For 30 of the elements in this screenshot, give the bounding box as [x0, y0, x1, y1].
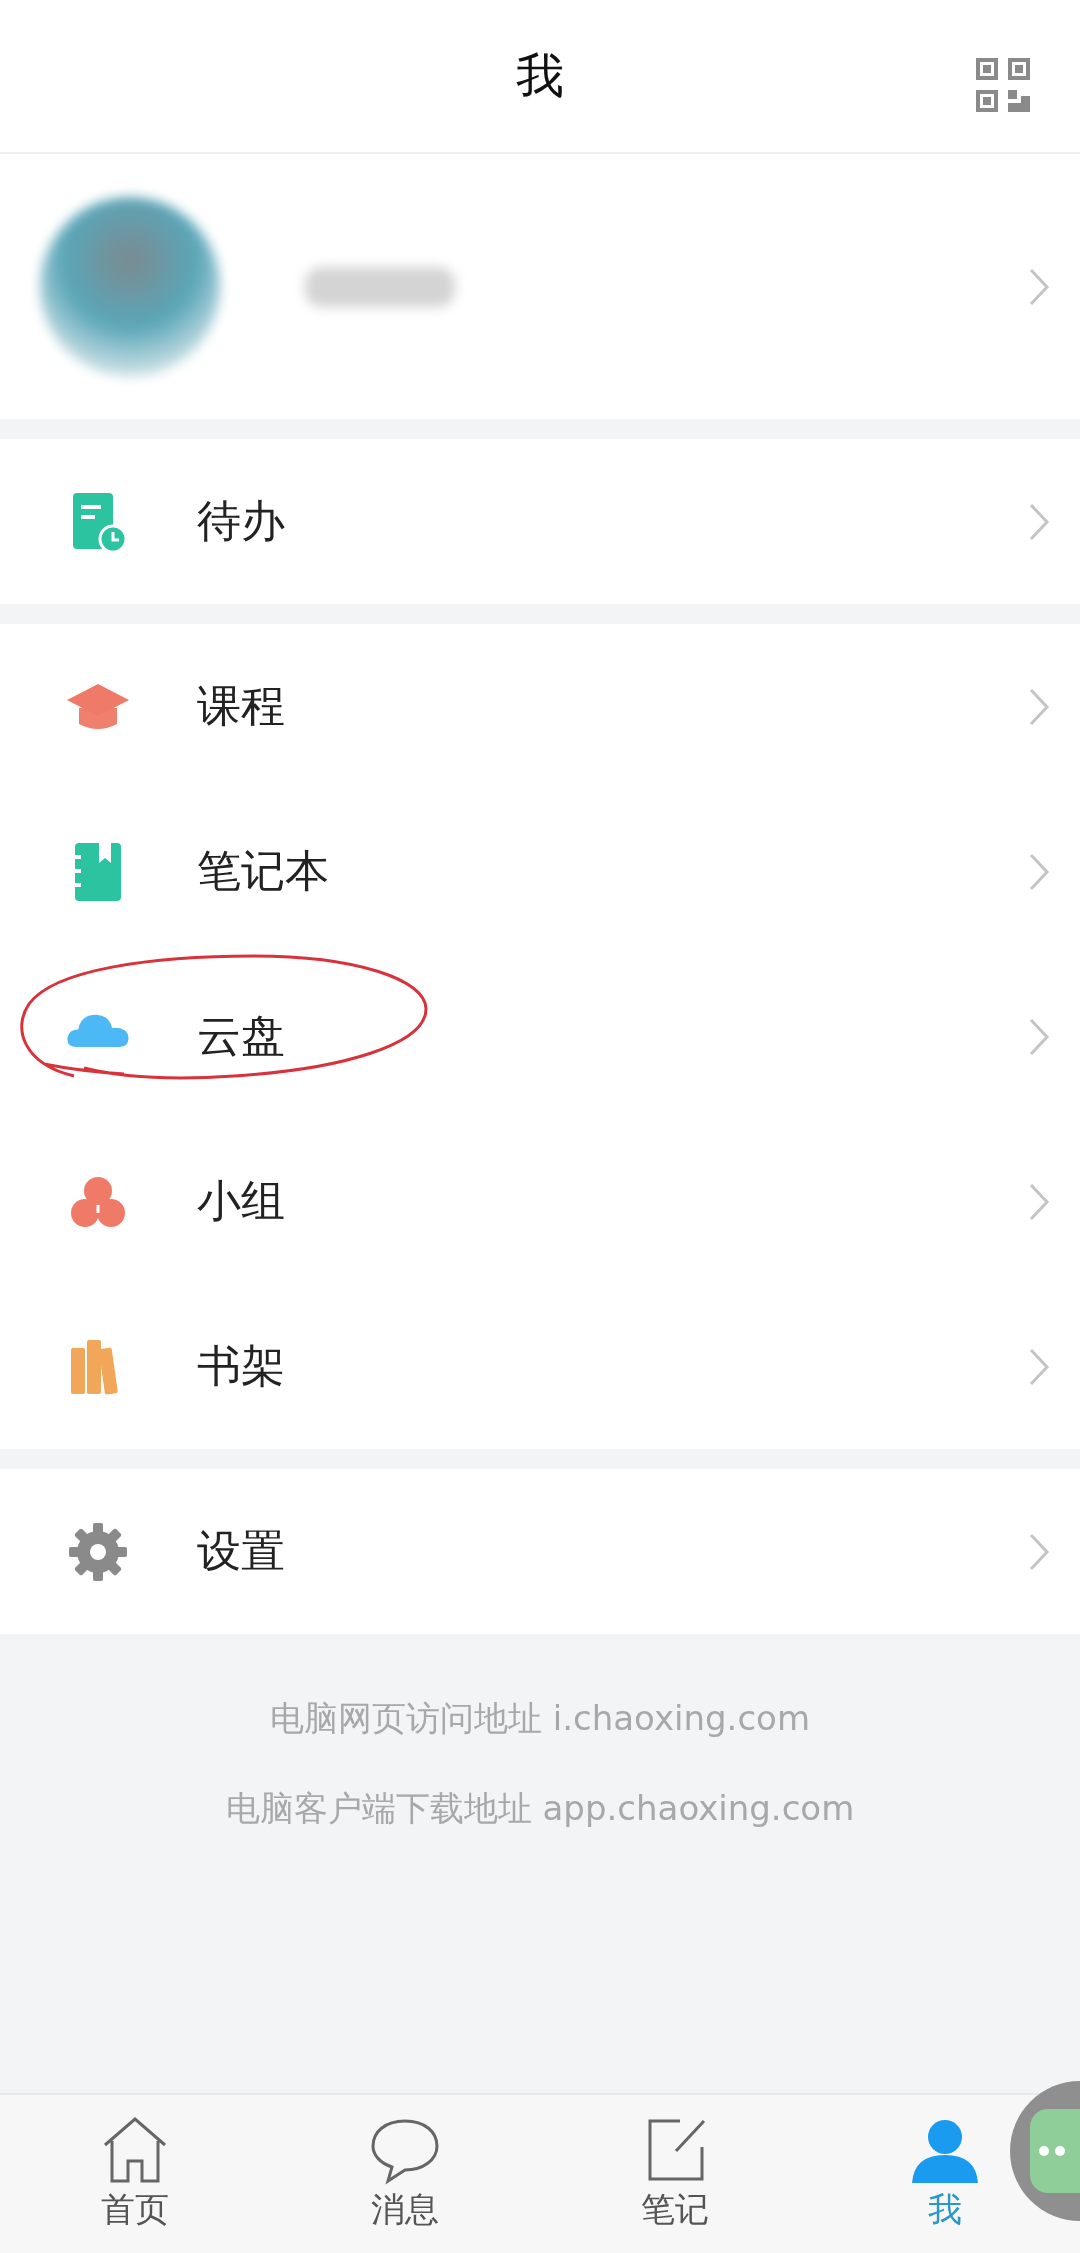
- chevron-icon: [1028, 1346, 1050, 1387]
- menu-item-label: 待办: [197, 494, 285, 548]
- menu-item-label: 云盘: [197, 1009, 285, 1063]
- chevron-icon: [1028, 266, 1050, 307]
- nav-tab[interactable]: 笔记: [630, 2095, 720, 2253]
- chevron-icon: [1028, 1016, 1050, 1057]
- menu-item[interactable]: 设置: [0, 1469, 1080, 1634]
- menu-item-label: 小组: [197, 1174, 285, 1228]
- menu-item[interactable]: 笔记本: [0, 789, 1080, 954]
- profile-card[interactable]: [0, 154, 1080, 419]
- menu-item[interactable]: 小组: [0, 1119, 1080, 1284]
- page-title: 我: [516, 46, 564, 105]
- menu-item-label: 设置: [197, 1524, 285, 1578]
- menu-item[interactable]: 课程: [0, 624, 1080, 789]
- menu-item-label: 课程: [197, 679, 285, 733]
- chevron-icon: [1028, 1181, 1050, 1222]
- nav-tab[interactable]: 首页: [90, 2095, 180, 2253]
- chevron-icon: [1028, 686, 1050, 727]
- menu-item[interactable]: 云盘: [0, 954, 1080, 1119]
- chevron-icon: [1028, 501, 1050, 542]
- menu-item-label: 笔记本: [197, 844, 329, 898]
- menu-item[interactable]: 书架: [0, 1284, 1080, 1449]
- nav-tab[interactable]: 消息: [360, 2095, 450, 2253]
- footer-text: 电脑网页访问地址 i.chaoxing.com: [270, 1697, 810, 1740]
- chevron-icon: [1028, 1531, 1050, 1572]
- chevron-icon: [1028, 851, 1050, 892]
- footer-text: 电脑客户端下载地址 app.chaoxing.com: [225, 1787, 855, 1830]
- menu-item[interactable]: 待办: [0, 439, 1080, 604]
- menu-item-label: 书架: [197, 1339, 285, 1393]
- qr-code-icon[interactable]: [976, 58, 1030, 112]
